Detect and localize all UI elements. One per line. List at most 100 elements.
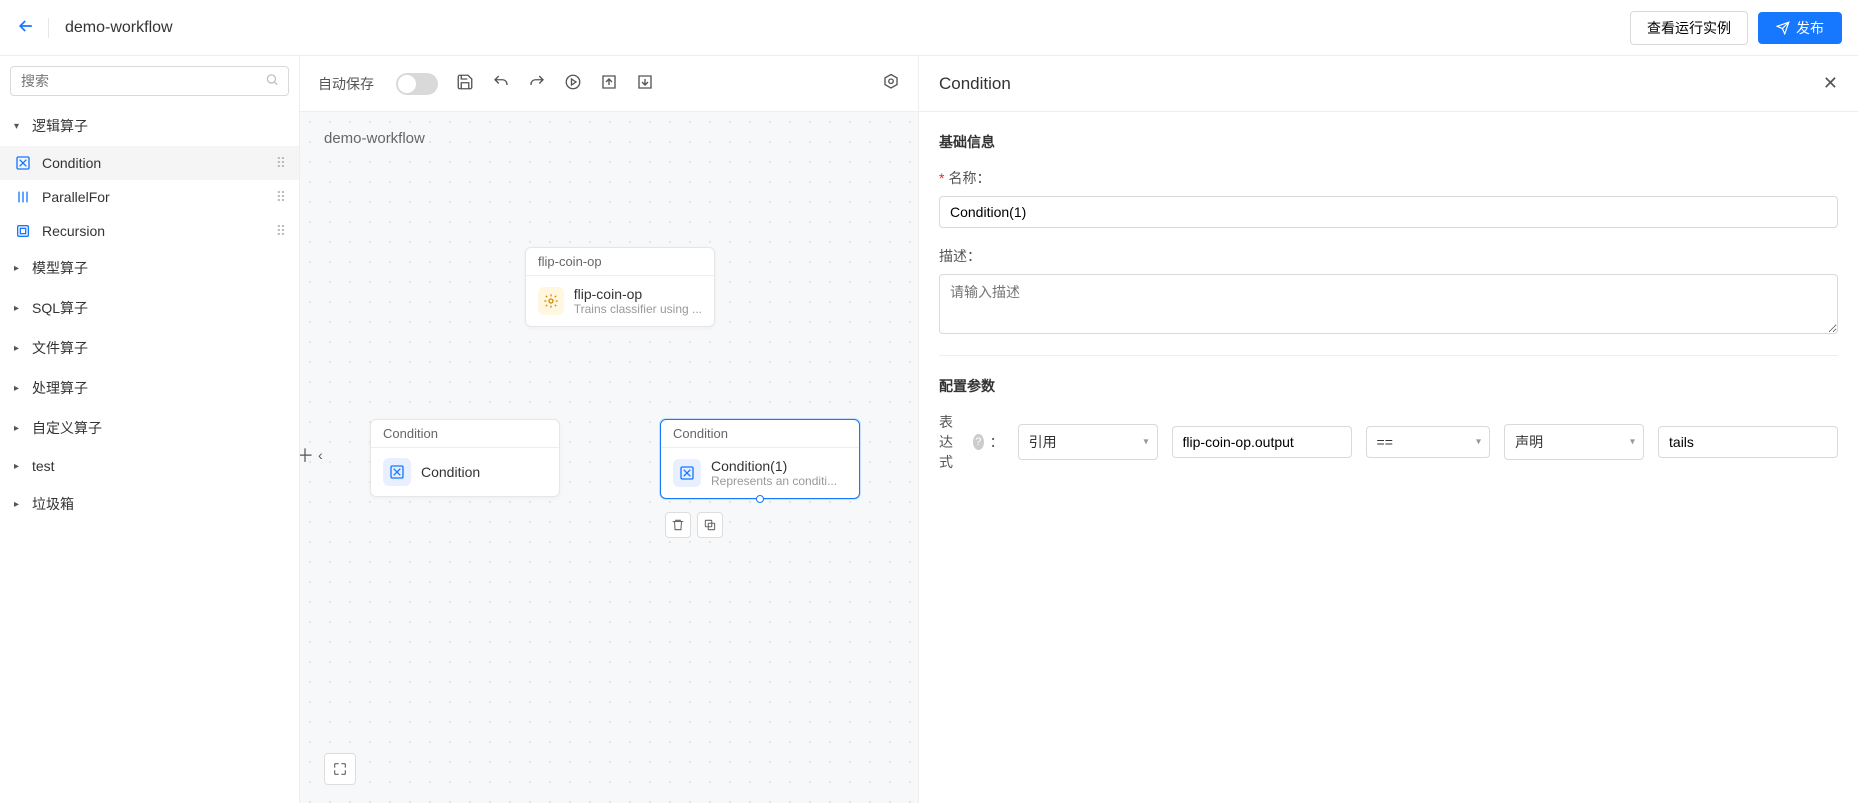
caret-right-icon: ▸ (14, 423, 24, 434)
sidebar-group-model[interactable]: ▸ 模型算子 (0, 248, 299, 288)
sidebar-group-logic[interactable]: ▾ 逻辑算子 (0, 106, 299, 146)
drag-handle-icon[interactable]: ⠿ (276, 223, 285, 240)
autosave-toggle[interactable] (396, 73, 438, 95)
group-label: 逻辑算子 (32, 116, 88, 136)
fit-view-button[interactable] (324, 753, 356, 785)
search-icon (265, 73, 279, 90)
sidebar-group-process[interactable]: ▸ 处理算子 (0, 368, 299, 408)
group-label: SQL算子 (32, 298, 88, 318)
back-button[interactable] (16, 16, 36, 39)
item-label: Condition (42, 155, 101, 171)
select-value: == (1377, 434, 1393, 450)
sidebar-group-sql[interactable]: ▸ SQL算子 (0, 288, 299, 328)
node-port[interactable] (756, 495, 764, 503)
group-label: test (32, 458, 55, 474)
caret-right-icon: ▸ (14, 383, 24, 394)
node-flip-coin-op[interactable]: flip-coin-op flip-coin-op Trains classif… (525, 247, 715, 327)
panel-title: Condition (939, 74, 1011, 94)
right-mode-select[interactable]: 声明 ▾ (1504, 424, 1644, 460)
caret-down-icon: ▾ (14, 121, 24, 132)
import-icon[interactable] (636, 73, 654, 94)
publish-button[interactable]: 发布 (1758, 12, 1842, 44)
header-divider (48, 18, 49, 38)
close-panel-button[interactable]: ✕ (1823, 73, 1838, 94)
condition-icon (14, 154, 32, 172)
node-title: Condition (421, 464, 480, 480)
collapse-sidebar-button[interactable]: ‹ (318, 447, 323, 463)
node-subtitle: Represents an conditi... (711, 474, 837, 488)
send-icon (1776, 21, 1790, 35)
name-label: *名称： (939, 168, 1838, 188)
right-value-input[interactable] (1658, 426, 1838, 458)
gear-icon (538, 287, 564, 315)
sidebar-group-file[interactable]: ▸ 文件算子 (0, 328, 299, 368)
sidebar-item-condition[interactable]: Condition ⠿ (0, 146, 299, 180)
node-title: flip-coin-op (574, 286, 702, 302)
caret-right-icon: ▸ (14, 263, 24, 274)
recursion-icon (14, 222, 32, 240)
group-label: 文件算子 (32, 338, 88, 358)
operator-select[interactable]: == ▾ (1366, 426, 1491, 458)
left-mode-select[interactable]: 引用 ▾ (1018, 424, 1158, 460)
name-input[interactable] (939, 196, 1838, 228)
section-divider (939, 355, 1838, 356)
expression-label: 表达式 ? ： (939, 412, 1004, 472)
delete-node-button[interactable] (665, 512, 691, 538)
left-value-input[interactable] (1172, 426, 1352, 458)
select-value: 引用 (1029, 434, 1057, 450)
item-label: Recursion (42, 223, 105, 239)
description-textarea[interactable] (939, 274, 1838, 334)
drag-handle-icon[interactable]: ⠿ (276, 189, 285, 206)
chevron-down-icon: ▾ (1143, 437, 1148, 448)
parallelfor-icon (14, 188, 32, 206)
undo-icon[interactable] (492, 73, 510, 94)
sidebar-item-parallelfor[interactable]: ParallelFor ⠿ (0, 180, 299, 214)
copy-node-button[interactable] (697, 512, 723, 538)
run-icon[interactable] (564, 73, 582, 94)
canvas-title: demo-workflow (324, 130, 425, 147)
add-node-button[interactable]: ＋ (300, 442, 314, 468)
sidebar-group-custom[interactable]: ▸ 自定义算子 (0, 408, 299, 448)
condition-icon (383, 458, 411, 486)
caret-right-icon: ▸ (14, 461, 24, 472)
group-label: 自定义算子 (32, 418, 102, 438)
section-basic-info: 基础信息 (939, 132, 1838, 152)
node-title: Condition(1) (711, 458, 837, 474)
node-condition[interactable]: Condition Condition (370, 419, 560, 497)
drag-handle-icon[interactable]: ⠿ (276, 155, 285, 172)
canvas[interactable]: demo-workflow ＋ ‹ flip-coin-op flip-coin… (300, 112, 918, 803)
canvas-toolbar: 自动保存 (300, 56, 918, 112)
node-header: Condition (661, 420, 859, 448)
section-config-params: 配置参数 (939, 376, 1838, 396)
group-label: 处理算子 (32, 378, 88, 398)
caret-right-icon: ▸ (14, 303, 24, 314)
node-condition-1[interactable]: Condition Condition(1) Represents an con… (660, 419, 860, 499)
description-label: 描述： (939, 246, 1838, 266)
view-instances-button[interactable]: 查看运行实例 (1630, 11, 1748, 45)
save-icon[interactable] (456, 73, 474, 94)
export-icon[interactable] (600, 73, 618, 94)
group-label: 模型算子 (32, 258, 88, 278)
chevron-down-icon: ▾ (1476, 437, 1481, 448)
settings-icon[interactable] (882, 73, 900, 94)
properties-panel: Condition ✕ 基础信息 *名称： 描述： 配置参数 表达式 ? ： (918, 56, 1858, 803)
workflow-title: demo-workflow (65, 19, 173, 37)
node-header: Condition (371, 420, 559, 448)
group-label: 垃圾箱 (32, 494, 74, 514)
redo-icon[interactable] (528, 73, 546, 94)
select-value: 声明 (1515, 434, 1543, 450)
sidebar-group-test[interactable]: ▸ test (0, 448, 299, 484)
sidebar: ▾ 逻辑算子 Condition ⠿ ParallelFor ⠿ (0, 56, 300, 803)
condition-icon (673, 459, 701, 487)
sidebar-item-recursion[interactable]: Recursion ⠿ (0, 214, 299, 248)
node-header: flip-coin-op (526, 248, 714, 276)
search-input[interactable] (10, 66, 289, 96)
autosave-label: 自动保存 (318, 74, 374, 94)
node-subtitle: Trains classifier using ... (574, 302, 702, 316)
caret-right-icon: ▸ (14, 343, 24, 354)
chevron-down-icon: ▾ (1630, 437, 1635, 448)
item-label: ParallelFor (42, 189, 110, 205)
sidebar-group-trash[interactable]: ▸ 垃圾箱 (0, 484, 299, 524)
help-icon[interactable]: ? (973, 434, 984, 450)
publish-label: 发布 (1796, 18, 1824, 38)
